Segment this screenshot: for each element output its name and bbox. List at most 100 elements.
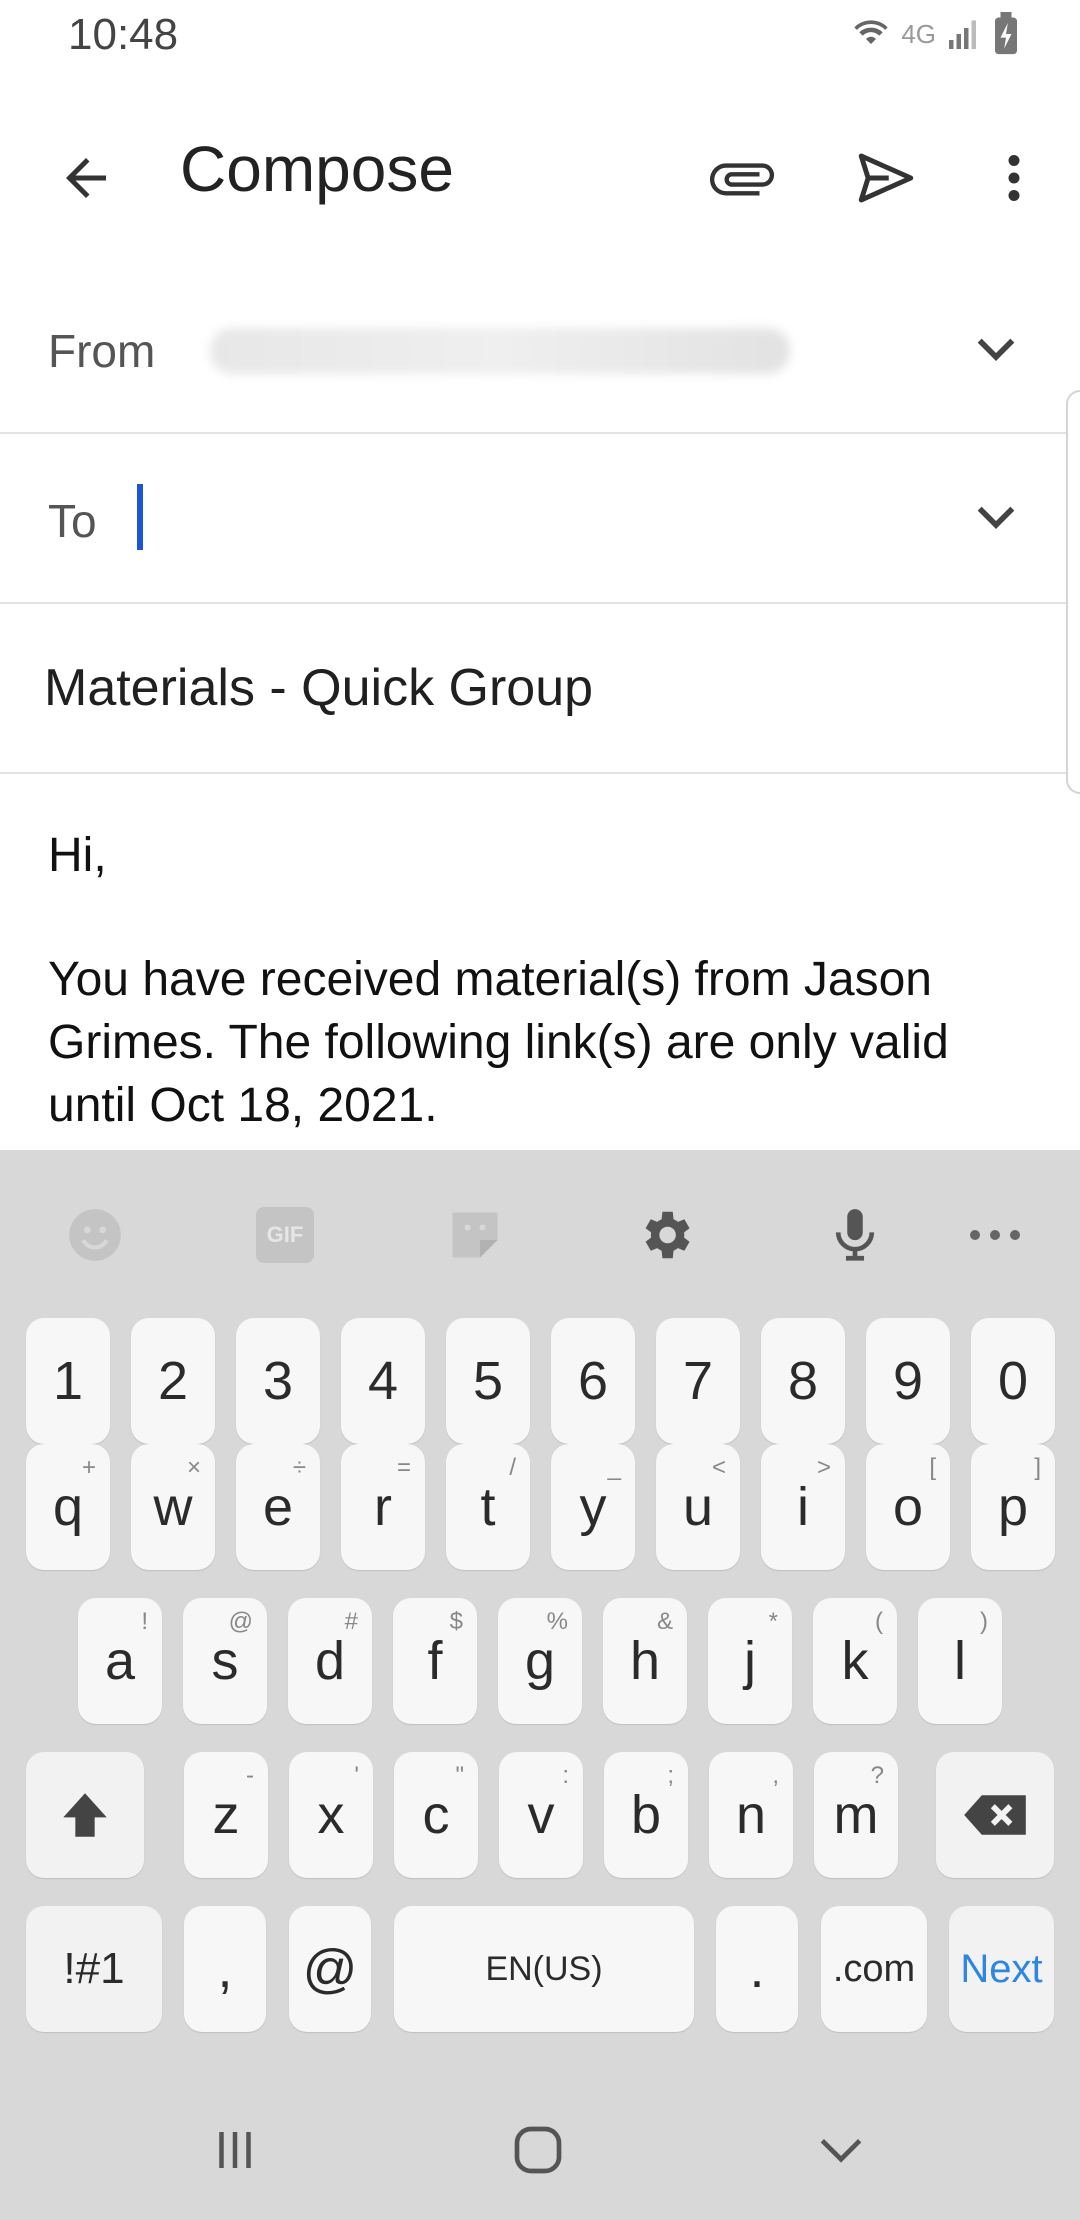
space-key[interactable]: EN(US) (394, 1906, 694, 2032)
key-g[interactable]: g% (498, 1598, 582, 1724)
home-button[interactable] (478, 2100, 598, 2200)
key-q[interactable]: q + (26, 1444, 110, 1570)
period-key[interactable]: . (716, 1906, 798, 2032)
key-label: h (629, 1631, 661, 1691)
shift-key[interactable] (26, 1752, 144, 1878)
key-r[interactable]: r = (341, 1444, 425, 1570)
to-expand-button[interactable] (960, 482, 1032, 554)
key-hint: _ (607, 1454, 621, 1481)
paperclip-icon (709, 163, 774, 196)
next-key[interactable]: Next (949, 1906, 1054, 2032)
from-address-redacted (210, 328, 790, 374)
key-p[interactable]: p] (971, 1444, 1055, 1570)
key-f[interactable]: f $ (393, 1598, 477, 1724)
backspace-key[interactable] (936, 1752, 1054, 1878)
key-hint: ÷ (292, 1454, 306, 1481)
key-hint: > (816, 1454, 831, 1481)
key-e[interactable]: e ÷ (236, 1444, 320, 1570)
key-1[interactable]: 1 (26, 1318, 110, 1444)
subject-field[interactable]: Materials - Quick Group (0, 604, 1066, 774)
key-y[interactable]: y _ (551, 1444, 635, 1570)
shift-arrow-icon (63, 1793, 107, 1837)
sticker-button[interactable] (420, 1190, 530, 1280)
symbols-key[interactable]: !#1 (26, 1906, 162, 2032)
hide-keyboard-button[interactable] (781, 2100, 901, 2200)
key-hint: / (509, 1454, 516, 1481)
key-s[interactable]: s @ (183, 1598, 267, 1724)
key-hint: & (656, 1608, 673, 1635)
key-hint: ) (980, 1608, 988, 1635)
from-label: From (48, 325, 156, 377)
at-key[interactable]: @ (289, 1906, 371, 2032)
recent-apps-button[interactable] (175, 2100, 295, 2200)
voice-input-button[interactable] (800, 1190, 910, 1280)
body-greeting: Hi, (48, 829, 107, 882)
key-hint: % (546, 1608, 568, 1635)
status-bar: 10:48 4G (0, 0, 1080, 70)
key-label: 5 (472, 1351, 504, 1411)
body-message: You have received material(s) from Jason… (48, 953, 949, 1132)
keyboard-settings-button[interactable] (610, 1190, 720, 1280)
key-t[interactable]: t / (446, 1444, 530, 1570)
key-h[interactable]: h & (603, 1598, 687, 1724)
key-label: 7 (682, 1351, 714, 1411)
back-button[interactable] (38, 130, 134, 226)
gif-button[interactable]: GIF (230, 1190, 340, 1280)
key-m[interactable]: m? (814, 1752, 898, 1878)
key-3[interactable]: 3 (236, 1318, 320, 1444)
key-hint: * (768, 1608, 778, 1635)
key-5[interactable]: 5 (446, 1318, 530, 1444)
comma-key[interactable]: , (184, 1906, 266, 2032)
key-hint: $ (449, 1608, 463, 1635)
message-body[interactable]: Hi, You have received material(s) from J… (0, 774, 1066, 1150)
key-d[interactable]: d # (288, 1598, 372, 1724)
key-7[interactable]: 7 (656, 1318, 740, 1444)
key-u[interactable]: u < (656, 1444, 740, 1570)
space-key-label: EN(US) (485, 1949, 603, 1988)
key-n[interactable]: n, (709, 1752, 793, 1878)
key-6[interactable]: 6 (551, 1318, 635, 1444)
key-label: e (262, 1477, 294, 1537)
dotcom-key[interactable]: .com (821, 1906, 927, 2032)
key-c[interactable]: c " (394, 1752, 478, 1878)
key-j[interactable]: j * (708, 1598, 792, 1724)
key-hint: ; (667, 1762, 674, 1789)
status-time: 10:48 (68, 10, 179, 59)
network-type-label: 4G (901, 18, 936, 49)
keyboard-toolbar: GIF (0, 1150, 1080, 1320)
more-horiz-icon (970, 1230, 1020, 1240)
key-a[interactable]: a! (78, 1598, 162, 1724)
key-8[interactable]: 8 (761, 1318, 845, 1444)
key-hint: - (246, 1762, 254, 1789)
key-b[interactable]: b; (604, 1752, 688, 1878)
scroll-handle[interactable] (1066, 390, 1080, 794)
send-icon (858, 153, 914, 203)
key-o[interactable]: o[ (866, 1444, 950, 1570)
key-9[interactable]: 9 (866, 1318, 950, 1444)
attach-button[interactable] (694, 130, 790, 226)
send-button[interactable] (838, 130, 934, 226)
key-label: y (579, 1477, 607, 1537)
from-expand-button[interactable] (960, 314, 1032, 386)
key-w[interactable]: w × (131, 1444, 215, 1570)
subject-text: Materials - Quick Group (44, 659, 594, 717)
emoji-button[interactable] (40, 1190, 150, 1280)
key-v[interactable]: v: (499, 1752, 583, 1878)
key-x[interactable]: x ' (289, 1752, 373, 1878)
key-4[interactable]: 4 (341, 1318, 425, 1444)
wifi-icon (854, 20, 888, 44)
key-hint: : (562, 1762, 569, 1789)
key-label: 9 (892, 1351, 924, 1411)
keyboard: GIF !#1 , @ EN(US) . .com Next 1 2 3 4 5… (0, 1150, 1080, 2220)
more-options-button[interactable] (966, 130, 1062, 226)
key-i[interactable]: i > (761, 1444, 845, 1570)
key-z[interactable]: z- (184, 1752, 268, 1878)
page-title: Compose (180, 133, 454, 205)
to-row[interactable]: To (0, 434, 1066, 604)
more-toolbar-button[interactable] (940, 1190, 1050, 1280)
key-k[interactable]: k( (813, 1598, 897, 1724)
from-row[interactable]: From (0, 270, 1066, 434)
key-2[interactable]: 2 (131, 1318, 215, 1444)
key-0[interactable]: 0 (971, 1318, 1055, 1444)
key-l[interactable]: l) (918, 1598, 1002, 1724)
